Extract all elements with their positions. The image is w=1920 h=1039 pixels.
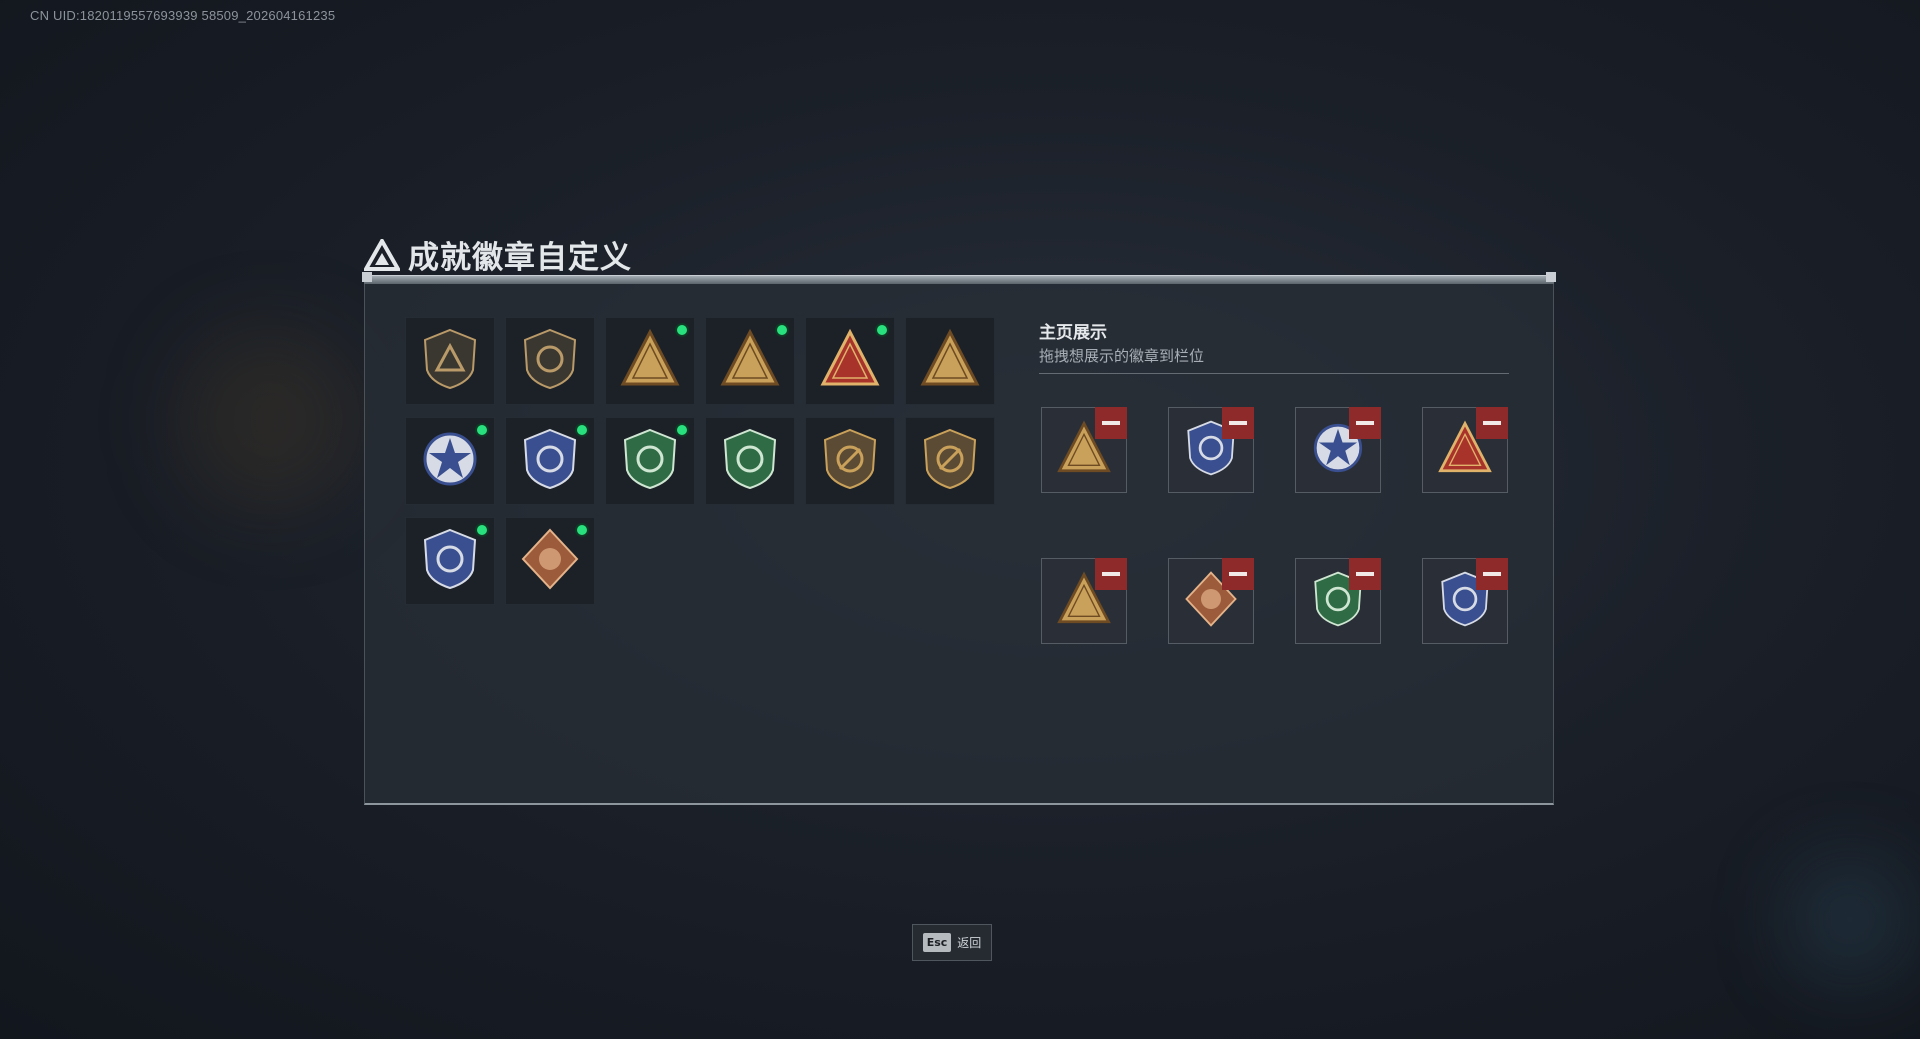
green-rifle-shield-icon — [719, 426, 781, 497]
badge-cell[interactable] — [805, 317, 895, 405]
badge-cell[interactable] — [405, 417, 495, 505]
showcase-slot[interactable] — [1295, 407, 1381, 493]
showcase-slot[interactable] — [1168, 407, 1254, 493]
remove-badge-button[interactable] — [1476, 558, 1508, 590]
badge-cell[interactable] — [505, 417, 595, 505]
helicopter-shield-icon — [519, 326, 581, 397]
minus-icon — [1102, 572, 1120, 576]
badge-cell[interactable] — [405, 517, 495, 605]
page-header: 成就徽章自定义 — [364, 232, 632, 277]
showcase-slot[interactable] — [1422, 407, 1508, 493]
showcase-divider — [1039, 373, 1509, 374]
badge-cell[interactable] — [405, 317, 495, 405]
remove-badge-button[interactable] — [1222, 558, 1254, 590]
showcase-slot[interactable] — [1041, 558, 1127, 644]
badge-cell[interactable] — [705, 417, 795, 505]
number-one-triangle-icon — [819, 326, 881, 397]
new-indicator-icon — [575, 423, 589, 437]
badge-cell[interactable] — [505, 517, 595, 605]
new-indicator-icon — [675, 423, 689, 437]
shield-triangle-icon — [419, 326, 481, 397]
remove-badge-button[interactable] — [1095, 407, 1127, 439]
badge-cell[interactable] — [705, 317, 795, 405]
badge-cell[interactable] — [505, 317, 595, 405]
green-shield-icon — [619, 426, 681, 497]
panel-top-bar — [362, 272, 1556, 284]
back-button[interactable]: Esc 返回 — [912, 924, 992, 961]
remove-badge-button[interactable] — [1349, 558, 1381, 590]
badge-cell[interactable] — [805, 417, 895, 505]
showcase-title: 主页展示 — [1039, 323, 1107, 342]
minus-icon — [1356, 572, 1374, 576]
back-label: 返回 — [957, 936, 982, 950]
new-indicator-icon — [875, 323, 889, 337]
remove-badge-button[interactable] — [1095, 558, 1127, 590]
badge-cell[interactable] — [905, 417, 995, 505]
uid-label: CN UID:1820119557693939 58509_2026041612… — [30, 8, 336, 23]
showcase-slots — [1041, 407, 1508, 644]
showcase-slot[interactable] — [1168, 558, 1254, 644]
badge-panel: 主页展示 拖拽想展示的徽章到栏位 — [364, 275, 1554, 805]
soldiers-triangle-icon — [919, 326, 981, 397]
rotate-shield-icon — [419, 526, 481, 597]
no-gun-shield-icon — [919, 426, 981, 497]
remove-badge-button[interactable] — [1476, 407, 1508, 439]
badge-collection-grid — [405, 317, 995, 605]
sb-triangle-icon — [719, 326, 781, 397]
showcase-subtitle: 拖拽想展示的徽章到栏位 — [1039, 348, 1205, 365]
badge-cell[interactable] — [605, 317, 695, 405]
minus-icon — [1483, 421, 1501, 425]
esc-key-icon: Esc — [922, 933, 952, 952]
badge-cell[interactable] — [905, 317, 995, 405]
minus-icon — [1229, 572, 1247, 576]
blue-shield-icon — [519, 426, 581, 497]
showcase-slot[interactable] — [1041, 407, 1127, 493]
new-indicator-icon — [475, 423, 489, 437]
showcase-slot[interactable] — [1295, 558, 1381, 644]
minus-icon — [1102, 421, 1120, 425]
minus-icon — [1483, 572, 1501, 576]
remove-badge-button[interactable] — [1349, 407, 1381, 439]
no-gun-shield-icon — [819, 426, 881, 497]
new-indicator-icon — [775, 323, 789, 337]
new-indicator-icon — [575, 523, 589, 537]
badge-cell[interactable] — [605, 417, 695, 505]
eagle-star-icon — [419, 426, 481, 497]
new-indicator-icon — [475, 523, 489, 537]
triangle-logo-icon — [364, 238, 400, 271]
remove-badge-button[interactable] — [1222, 407, 1254, 439]
tower-triangle-icon — [619, 326, 681, 397]
new-indicator-icon — [675, 323, 689, 337]
dragon-diamond-icon — [519, 526, 581, 597]
minus-icon — [1229, 421, 1247, 425]
minus-icon — [1356, 421, 1374, 425]
showcase-slot[interactable] — [1422, 558, 1508, 644]
page-title: 成就徽章自定义 — [408, 240, 632, 275]
